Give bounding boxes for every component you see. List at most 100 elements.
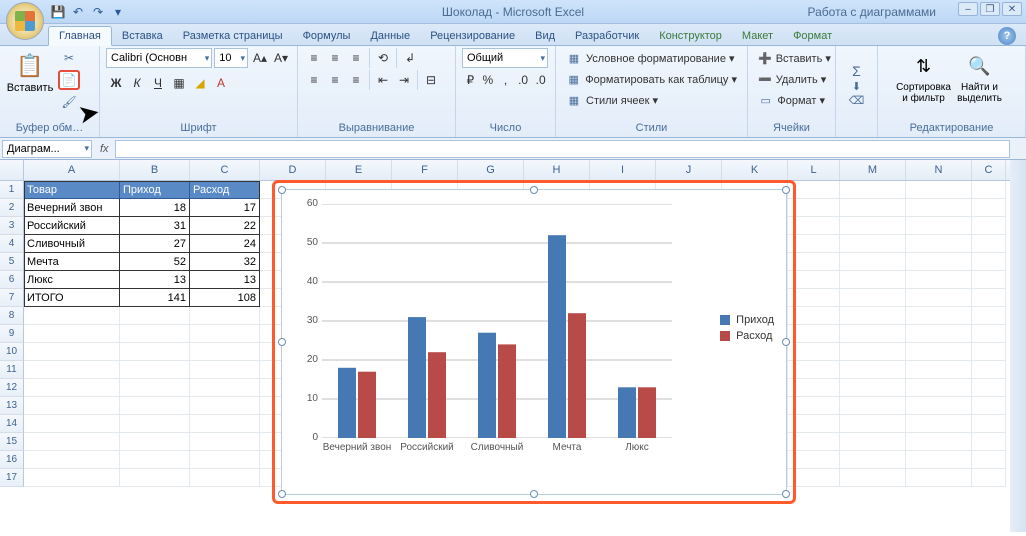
cell[interactable] (972, 199, 1006, 217)
cell[interactable] (24, 325, 120, 343)
row-header[interactable]: 9 (0, 325, 24, 343)
cell[interactable] (840, 433, 906, 451)
col-header[interactable]: H (524, 160, 590, 180)
merge-button[interactable]: ⊟ (421, 70, 441, 90)
cell[interactable] (190, 397, 260, 415)
cell[interactable] (840, 397, 906, 415)
close-button[interactable]: ✕ (1002, 2, 1022, 16)
cell[interactable] (906, 325, 972, 343)
col-header[interactable]: I (590, 160, 656, 180)
cell[interactable] (972, 271, 1006, 289)
cell[interactable] (840, 325, 906, 343)
tab-home[interactable]: Главная (48, 26, 112, 46)
row-header[interactable]: 15 (0, 433, 24, 451)
cell[interactable] (906, 343, 972, 361)
font-name-combo[interactable]: Calibri (Основн (106, 48, 212, 68)
row-header[interactable]: 6 (0, 271, 24, 289)
cell[interactable] (972, 343, 1006, 361)
cell[interactable] (840, 181, 906, 199)
cell[interactable] (24, 433, 120, 451)
cell[interactable] (190, 433, 260, 451)
chart-bar[interactable] (638, 387, 656, 438)
formula-input[interactable] (115, 140, 1010, 158)
cell[interactable] (840, 307, 906, 325)
cell[interactable] (24, 379, 120, 397)
find-select-button[interactable]: 🔍 Найти и выделить (956, 48, 1004, 106)
cell[interactable] (972, 433, 1006, 451)
cell[interactable] (840, 451, 906, 469)
tab-developer[interactable]: Разработчик (565, 27, 649, 45)
chart-bar[interactable] (568, 313, 586, 438)
row-header[interactable]: 11 (0, 361, 24, 379)
chart-bar[interactable] (358, 372, 376, 438)
italic-button[interactable]: К (127, 73, 147, 93)
tab-review[interactable]: Рецензирование (420, 27, 525, 45)
cell[interactable] (190, 343, 260, 361)
cell[interactable] (24, 343, 120, 361)
format-cells-button[interactable]: ▭Формат ▾ (754, 90, 829, 110)
increase-indent-button[interactable]: ⇥ (394, 70, 414, 90)
col-header[interactable]: C (190, 160, 260, 180)
cell[interactable] (24, 469, 120, 487)
conditional-formatting-button[interactable]: ▦Условное форматирование ▾ (562, 48, 741, 68)
wrap-text-button[interactable]: ↲ (400, 48, 420, 68)
col-header[interactable]: B (120, 160, 190, 180)
col-header[interactable]: M (840, 160, 906, 180)
minimize-button[interactable]: – (958, 2, 978, 16)
cell[interactable] (906, 361, 972, 379)
save-icon[interactable]: 💾 (50, 4, 66, 20)
row-header[interactable]: 13 (0, 397, 24, 415)
cell[interactable] (840, 199, 906, 217)
select-all-corner[interactable] (0, 160, 24, 180)
cell[interactable] (972, 451, 1006, 469)
fill-button[interactable]: ⬇ (852, 80, 861, 93)
chart-object[interactable]: Приход Расход Вечерний звонРоссийскийСли… (281, 189, 787, 495)
comma-button[interactable]: , (497, 70, 514, 90)
clear-button[interactable]: ⌫ (849, 94, 865, 107)
col-header[interactable]: D (260, 160, 326, 180)
col-header[interactable]: N (906, 160, 972, 180)
cell[interactable] (190, 307, 260, 325)
col-header[interactable]: K (722, 160, 788, 180)
cell[interactable] (972, 379, 1006, 397)
cell[interactable] (120, 343, 190, 361)
cell[interactable] (190, 451, 260, 469)
delete-cells-button[interactable]: ➖Удалить ▾ (754, 69, 829, 89)
bold-button[interactable]: Ж (106, 73, 126, 93)
cell[interactable] (120, 469, 190, 487)
cell[interactable] (120, 307, 190, 325)
cell[interactable] (972, 361, 1006, 379)
cell[interactable] (972, 289, 1006, 307)
row-header[interactable]: 17 (0, 469, 24, 487)
row-header[interactable]: 10 (0, 343, 24, 361)
col-header[interactable]: F (392, 160, 458, 180)
row-header[interactable]: 14 (0, 415, 24, 433)
align-top-button[interactable]: ≡ (304, 48, 324, 68)
tab-chart-layout[interactable]: Макет (732, 27, 783, 45)
cut-button[interactable]: ✂ (58, 48, 80, 68)
number-format-combo[interactable]: Общий (462, 48, 548, 68)
chart-bar[interactable] (478, 333, 496, 438)
cell[interactable] (972, 469, 1006, 487)
cell[interactable] (840, 361, 906, 379)
cell[interactable] (190, 361, 260, 379)
shrink-font-button[interactable]: A▾ (271, 48, 291, 68)
grow-font-button[interactable]: A▴ (250, 48, 270, 68)
cell[interactable] (972, 325, 1006, 343)
col-header[interactable]: G (458, 160, 524, 180)
align-right-button[interactable]: ≡ (346, 70, 366, 90)
chart-plot-area[interactable] (322, 204, 672, 438)
format-painter-button[interactable]: 🖌 (58, 92, 80, 112)
cell[interactable] (906, 181, 972, 199)
cell[interactable] (906, 451, 972, 469)
row-header[interactable]: 8 (0, 307, 24, 325)
cell[interactable] (972, 181, 1006, 199)
cell[interactable] (972, 397, 1006, 415)
cell[interactable] (906, 307, 972, 325)
row-header[interactable]: 16 (0, 451, 24, 469)
cell[interactable] (972, 307, 1006, 325)
cell[interactable] (840, 253, 906, 271)
cell[interactable] (840, 343, 906, 361)
cell[interactable] (906, 379, 972, 397)
worksheet[interactable]: ABCDEFGHIJKLMNC 123456789101112131415161… (0, 160, 1026, 532)
